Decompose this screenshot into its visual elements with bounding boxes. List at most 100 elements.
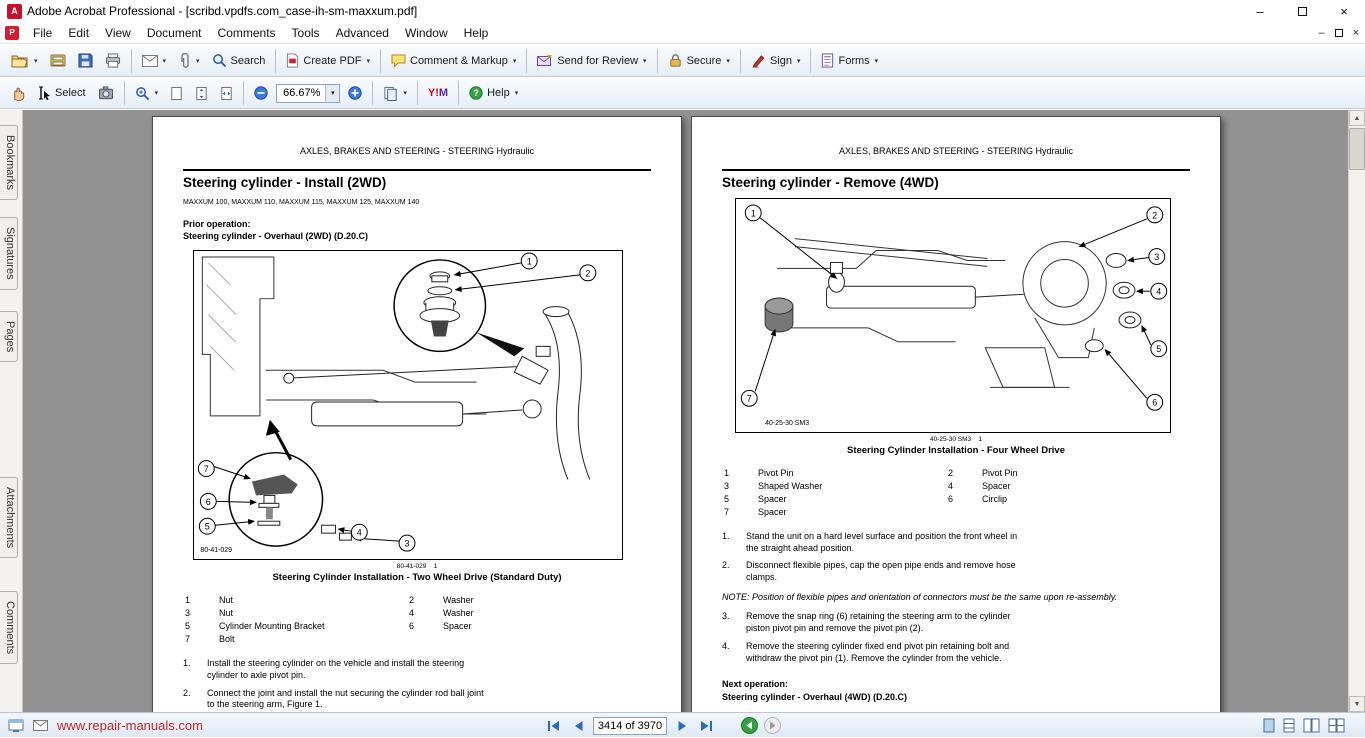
- hand-tool-button[interactable]: [5, 80, 32, 106]
- instruction-steps-continued: 3.Remove the snap ring (6) retaining the…: [722, 611, 1190, 664]
- previous-page-button[interactable]: [569, 716, 587, 735]
- sign-button[interactable]: Sign ▾: [745, 48, 807, 74]
- doc-status-icon[interactable]: [8, 719, 24, 733]
- fit-width-icon: [220, 86, 233, 101]
- menu-tools[interactable]: Tools: [284, 24, 328, 42]
- page-display-button[interactable]: ▾: [377, 80, 413, 106]
- callout-5: 5: [199, 519, 215, 535]
- comment-markup-button[interactable]: Comment & Markup ▾: [385, 48, 522, 74]
- minimize-button[interactable]: –: [1239, 0, 1281, 22]
- view-toolbar: Select ▾ 66.67% ▾: [0, 78, 1365, 109]
- vertical-scrollbar[interactable]: ▲ ▼: [1348, 110, 1365, 712]
- sidebar-tab-comments[interactable]: Comments: [0, 591, 18, 664]
- svg-text:?: ?: [473, 88, 479, 98]
- zoom-out-button[interactable]: [248, 80, 274, 106]
- help-dropdown-arrow: ▾: [515, 89, 519, 97]
- sidebar-tab-attachments[interactable]: Attachments: [0, 477, 18, 558]
- print-button[interactable]: [99, 48, 127, 74]
- forms-icon: [821, 53, 834, 68]
- doc-minimize-button[interactable]: –: [1318, 27, 1324, 39]
- next-page-button[interactable]: [673, 716, 691, 735]
- search-button[interactable]: Search: [206, 48, 272, 74]
- two-up-mode-icon[interactable]: [1303, 718, 1320, 733]
- status-bar: www.repair-manuals.com: [0, 712, 1365, 737]
- last-page-icon: [699, 720, 713, 732]
- scroll-up-button[interactable]: ▲: [1349, 110, 1365, 126]
- menu-file[interactable]: File: [25, 24, 60, 42]
- repair-manuals-link[interactable]: www.repair-manuals.com: [57, 718, 203, 733]
- part-label: Spacer: [443, 621, 651, 631]
- menu-document[interactable]: Document: [139, 24, 210, 42]
- select-tool-button[interactable]: Select: [32, 80, 92, 106]
- search-icon: [212, 53, 227, 68]
- sidebar-tab-pages[interactable]: Pages: [0, 311, 18, 362]
- restore-button[interactable]: [1281, 0, 1323, 22]
- print-icon: [105, 53, 121, 68]
- save-button[interactable]: [72, 48, 99, 74]
- toolbar-separator: [740, 49, 741, 73]
- attach-button[interactable]: ▾: [172, 48, 206, 74]
- svg-text:1: 1: [751, 208, 756, 218]
- menu-advanced[interactable]: Advanced: [328, 24, 397, 42]
- instruction-steps: 1.Install the steering cylinder on the v…: [183, 658, 651, 712]
- open-dropdown-arrow: ▾: [34, 57, 38, 65]
- svg-text:3: 3: [405, 539, 410, 549]
- document-canvas[interactable]: AXLES, BRAKES AND STEERING - STEERING Hy…: [23, 110, 1348, 712]
- part-num: 2: [409, 595, 443, 605]
- close-button[interactable]: ×: [1323, 0, 1365, 22]
- single-page-mode-icon[interactable]: [1263, 718, 1275, 733]
- doc-close-button[interactable]: ×: [1353, 27, 1359, 39]
- yahoo-messenger-button[interactable]: Y!M: [422, 80, 454, 106]
- scrollbar-thumb[interactable]: [1349, 128, 1365, 170]
- previous-view-button[interactable]: [741, 717, 758, 734]
- forms-dropdown-arrow: ▾: [875, 57, 879, 65]
- snapshot-button[interactable]: [92, 80, 120, 106]
- menu-edit[interactable]: Edit: [60, 24, 97, 42]
- menu-window[interactable]: Window: [397, 24, 456, 42]
- part-label: Nut: [219, 595, 409, 605]
- step-1: 1.Stand the unit on a hard level surface…: [722, 531, 1030, 554]
- send-for-review-button[interactable]: Send for Review ▾: [531, 48, 652, 74]
- zoom-level-combobox[interactable]: 66.67% ▾: [276, 84, 340, 103]
- fit-page-button[interactable]: [189, 80, 214, 106]
- last-page-button[interactable]: [697, 716, 715, 735]
- continuous-mode-icon[interactable]: [1283, 718, 1295, 733]
- first-page-button[interactable]: [545, 716, 563, 735]
- prior-operation-value: Steering cylinder - Overhaul (2WD) (D.20…: [183, 230, 651, 242]
- sidebar-tab-bookmarks[interactable]: Bookmarks: [0, 125, 18, 200]
- menu-comments[interactable]: Comments: [210, 24, 284, 42]
- step-2: 2.Disconnect flexible pipes, cap the ope…: [722, 560, 1030, 583]
- svg-text:5: 5: [205, 522, 210, 532]
- zoom-combo-arrow[interactable]: ▾: [325, 85, 339, 102]
- help-button[interactable]: ? Help ▾: [463, 80, 524, 106]
- forms-button[interactable]: Forms ▾: [815, 48, 884, 74]
- menu-help[interactable]: Help: [456, 24, 497, 42]
- secure-button[interactable]: Secure ▾: [662, 48, 736, 74]
- toolbar-separator: [131, 49, 132, 73]
- page-number-field[interactable]: [593, 717, 667, 735]
- fit-width-button[interactable]: [214, 80, 239, 106]
- two-up-continuous-mode-icon[interactable]: [1328, 718, 1345, 733]
- figure-caption: Steering Cylinder Installation - Four Wh…: [722, 445, 1190, 456]
- zoom-level-value: 66.67%: [283, 87, 320, 99]
- part-label: Pivot Pin: [758, 468, 948, 478]
- next-view-icon: [768, 721, 777, 730]
- email-status-icon[interactable]: [33, 720, 48, 731]
- doc-restore-button[interactable]: [1335, 29, 1343, 37]
- search-button-label: Search: [231, 55, 266, 67]
- scroll-down-button[interactable]: ▼: [1349, 696, 1365, 712]
- svg-text:6: 6: [1152, 398, 1157, 408]
- zoom-tool-button[interactable]: ▾: [129, 80, 165, 106]
- paperclip-icon: [178, 53, 191, 69]
- actual-size-button[interactable]: [164, 80, 189, 106]
- organizer-button[interactable]: [44, 48, 72, 74]
- create-pdf-button[interactable]: Create PDF ▾: [280, 48, 376, 74]
- sidebar-tab-signatures[interactable]: Signatures: [0, 217, 18, 290]
- help-label: Help: [487, 87, 510, 99]
- email-button[interactable]: ▾: [136, 48, 173, 74]
- menu-view[interactable]: View: [97, 24, 139, 42]
- next-view-button[interactable]: [764, 717, 781, 734]
- file-toolbar: ▾ ▾ ▾ Search Create PDF ▾: [0, 45, 1365, 77]
- open-button[interactable]: ▾: [5, 48, 44, 74]
- zoom-in-button[interactable]: [342, 80, 368, 106]
